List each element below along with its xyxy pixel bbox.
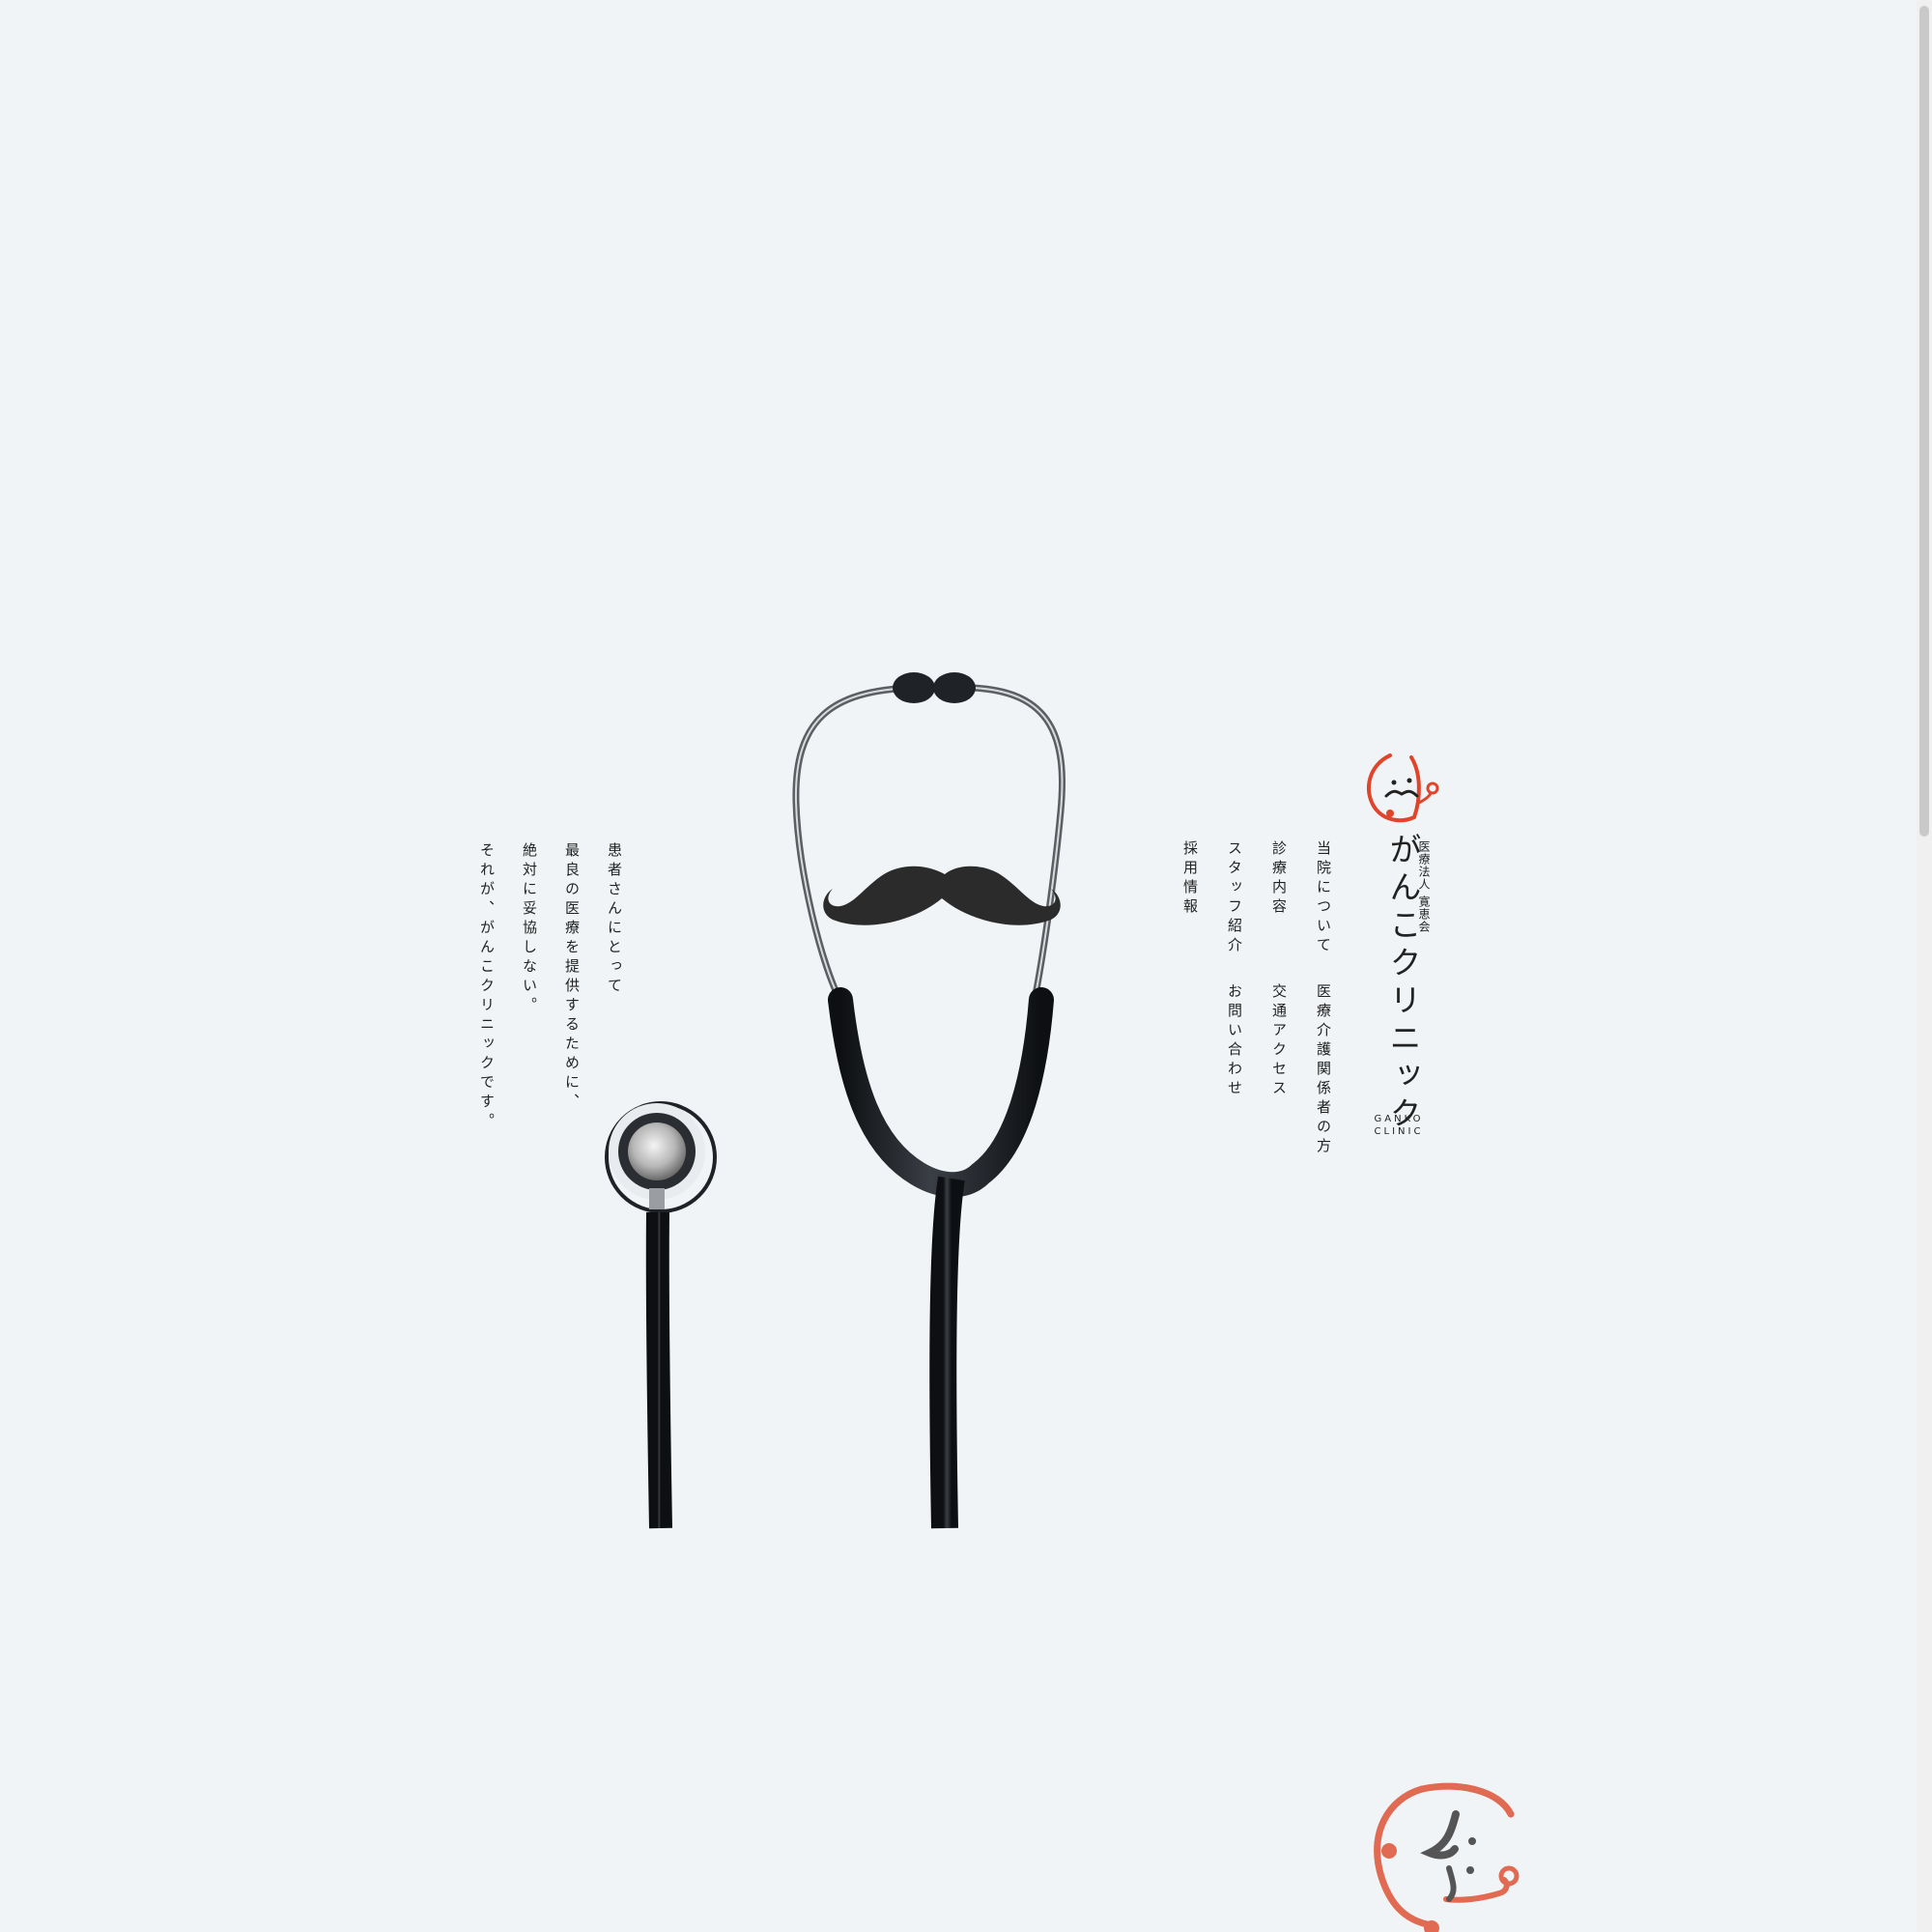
tagline-line-2: 最良の医療を提供するために、 [563,842,581,1113]
left-eartip [893,672,935,703]
logo-english-line-1: GANKO [1374,1114,1424,1124]
nav-staff[interactable]: スタッフ紹介 [1225,840,1245,956]
moustache [823,866,1061,925]
tagline-line-4: それが、がんこクリニックです。 [478,842,496,1132]
right-eartip [933,672,976,703]
nav-medical-professionals[interactable]: 医療介護関係者の方 [1314,983,1334,1157]
nav-recruit[interactable]: 採用情報 [1180,840,1201,918]
logo-english: GANKO CLINIC [1372,1113,1426,1138]
logo-name[interactable]: がんこクリニック [1379,833,1426,1134]
nav-contact[interactable]: お問い合わせ [1225,983,1245,1099]
logo-english-line-2: CLINIC [1374,1126,1424,1137]
hero-stethoscope-image [605,672,1520,1932]
scrollbar-thumb[interactable] [1919,6,1929,837]
chestpiece-diaphragm [628,1122,686,1180]
nav-services[interactable]: 診療内容 [1269,840,1290,918]
tagline-line-1: 患者さんにとって [606,842,623,997]
page-scrollbar[interactable] [1917,0,1932,1932]
nav-about[interactable]: 当院について [1314,840,1334,956]
tagline-line-3: 絶対に妥協しない。 [521,842,538,1016]
corner-logo-mark-icon [1374,1782,1520,1932]
nav-access[interactable]: 交通アクセス [1269,983,1290,1099]
logo-mark-icon [1366,753,1439,823]
